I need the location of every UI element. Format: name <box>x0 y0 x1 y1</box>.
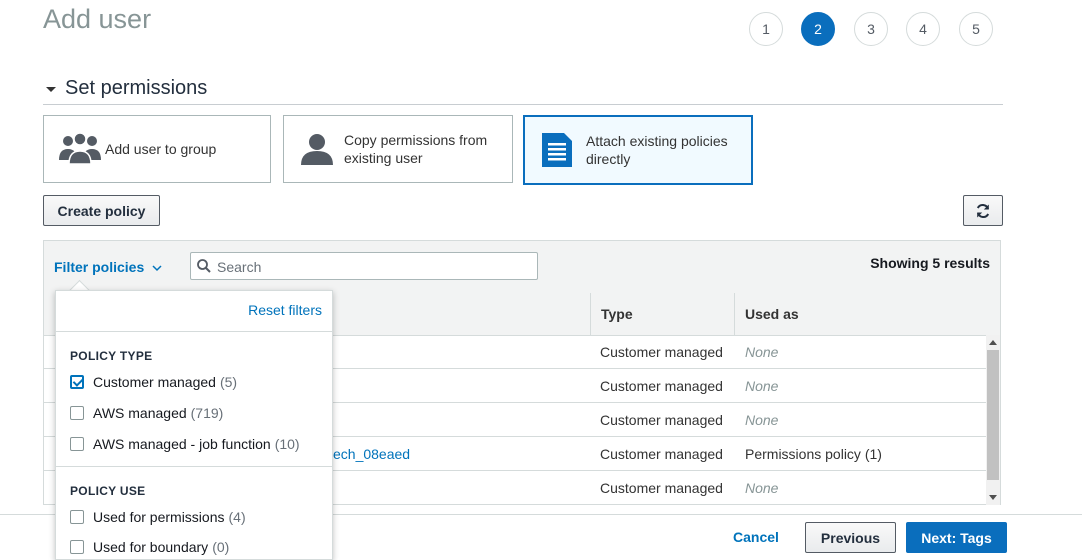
policy-type: Customer managed <box>600 411 723 428</box>
policy-used-as: None <box>745 479 779 496</box>
filter-policies-dropdown[interactable]: Filter policies <box>54 259 162 275</box>
create-policy-button[interactable]: Create policy <box>43 195 160 226</box>
filter-customer-managed[interactable]: Customer managed (5) <box>70 374 237 390</box>
column-header-used-as[interactable]: Used as <box>734 293 1001 335</box>
step-4[interactable]: 4 <box>906 12 940 46</box>
filter-option-label: Customer managed <box>93 374 216 390</box>
filter-option-count: (0) <box>212 539 230 555</box>
filter-used-for-permissions[interactable]: Used for permissions (4) <box>70 509 246 525</box>
checkbox-checked[interactable] <box>70 375 84 389</box>
policy-use-heading: POLICY USE <box>70 484 146 498</box>
filter-used-for-boundary[interactable]: Used for boundary (0) <box>70 539 229 555</box>
filter-aws-managed-job-function[interactable]: AWS managed - job function (10) <box>70 436 300 452</box>
search-icon <box>197 259 211 273</box>
step-1[interactable]: 1 <box>749 12 783 46</box>
filter-dropdown: Reset filters POLICY TYPE Customer manag… <box>55 290 333 560</box>
checkbox[interactable] <box>70 406 84 420</box>
section-header[interactable]: Set permissions <box>43 76 1003 105</box>
search-box[interactable] <box>190 252 538 280</box>
step-2[interactable]: 2 <box>801 12 835 46</box>
filter-option-count: (719) <box>190 405 224 421</box>
showing-results: Showing 5 results <box>870 255 990 271</box>
checkbox[interactable] <box>70 540 84 554</box>
reset-filters-link[interactable]: Reset filters <box>248 302 322 318</box>
scroll-thumb[interactable] <box>987 350 999 480</box>
option-add-to-group[interactable]: Add user to group <box>43 115 271 183</box>
table-scrollbar[interactable] <box>986 335 1000 505</box>
filter-label: Filter policies <box>54 259 145 275</box>
filter-option-label: AWS managed <box>93 405 187 421</box>
section-title: Set permissions <box>65 77 208 99</box>
option-copy-permissions[interactable]: Copy permissions from existing user <box>283 115 513 183</box>
page-title: Add user <box>43 4 152 34</box>
policy-type: Customer managed <box>600 479 723 496</box>
policy-used-as: Permissions policy (1) <box>745 445 882 462</box>
step-5[interactable]: 5 <box>959 12 993 46</box>
next-tags-button[interactable]: Next: Tags <box>906 522 1007 553</box>
policy-type: Customer managed <box>600 445 723 462</box>
scroll-up-icon[interactable] <box>989 339 997 345</box>
policy-type: Customer managed <box>600 343 723 360</box>
caret-down-icon <box>46 87 56 92</box>
user-icon <box>301 134 333 165</box>
refresh-button[interactable] <box>963 195 1003 226</box>
divider <box>56 331 332 332</box>
policy-used-as: None <box>745 343 779 360</box>
group-icon <box>59 132 101 165</box>
option-attach-policies[interactable]: Attach existing policies directly <box>523 115 753 185</box>
search-input[interactable] <box>215 258 529 276</box>
filter-option-count: (4) <box>228 509 246 525</box>
column-header-type[interactable]: Type <box>590 293 735 335</box>
checkbox[interactable] <box>70 437 84 451</box>
filter-option-label: AWS managed - job function <box>93 436 271 452</box>
filter-option-count: (5) <box>219 374 238 390</box>
divider <box>56 466 332 467</box>
chevron-down-icon <box>152 265 162 272</box>
option-label: Copy permissions from existing user <box>344 132 488 166</box>
filter-aws-managed[interactable]: AWS managed (719) <box>70 405 223 421</box>
filter-option-count: (10) <box>274 436 300 452</box>
filter-option-label: Used for boundary <box>93 539 209 555</box>
policy-name-link[interactable]: ech_08eaed <box>333 437 410 470</box>
document-icon <box>542 133 572 167</box>
scroll-down-icon[interactable] <box>989 495 997 501</box>
previous-button[interactable]: Previous <box>805 522 896 553</box>
checkbox[interactable] <box>70 510 84 524</box>
refresh-icon <box>976 203 990 218</box>
policy-used-as: None <box>745 377 779 394</box>
table-toolbar: Filter policies Showing 5 results <box>44 241 1000 294</box>
cancel-link[interactable]: Cancel <box>733 529 779 545</box>
policy-used-as: None <box>745 411 779 428</box>
policy-type: Customer managed <box>600 377 723 394</box>
policy-type-heading: POLICY TYPE <box>70 349 153 363</box>
option-label: Attach existing policies directly <box>586 133 728 167</box>
step-3[interactable]: 3 <box>854 12 888 46</box>
option-label: Add user to group <box>105 141 217 157</box>
filter-option-label: Used for permissions <box>93 509 225 525</box>
